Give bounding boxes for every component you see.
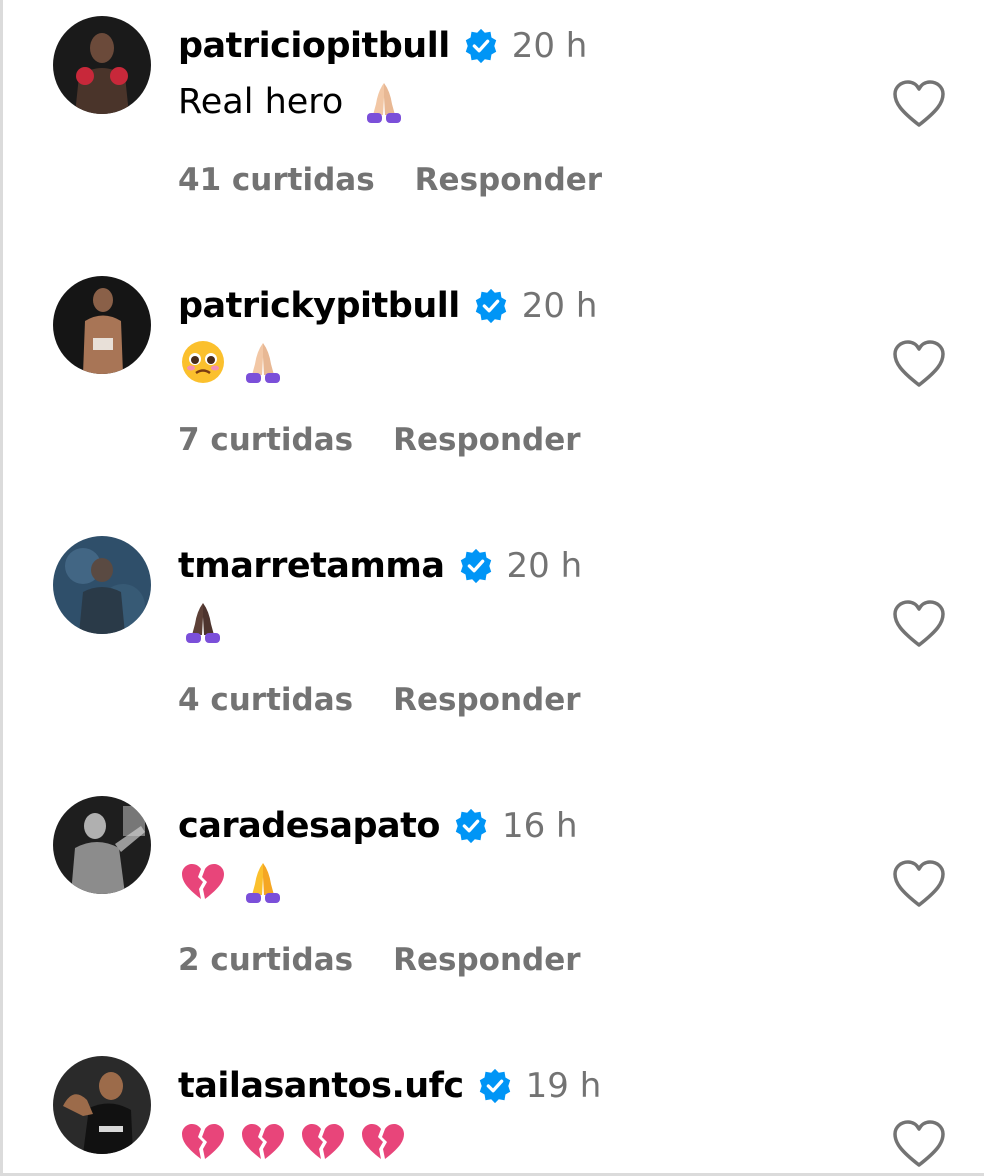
comment-item: tmarretamma 20 h 4 curtidas Responder — [0, 520, 984, 780]
avatar[interactable] — [53, 276, 151, 374]
comment-text — [178, 334, 298, 390]
avatar[interactable] — [53, 16, 151, 114]
comment-text-content: Real hero — [178, 82, 344, 122]
verified-badge-icon — [472, 287, 510, 325]
comment-meta: 7 curtidas Responder — [178, 418, 581, 462]
comment-header: tailasantos.ufc 19 h — [178, 1060, 601, 1112]
username-link[interactable]: tailasantos.ufc — [178, 1066, 464, 1106]
reply-button[interactable]: Responder — [393, 422, 580, 458]
username-link[interactable]: caradesapato — [178, 806, 440, 846]
verified-badge-icon — [452, 807, 490, 845]
comment-header: patrickypitbull 20 h — [178, 280, 597, 332]
comment-meta: 41 curtidas Responder — [178, 158, 602, 202]
comment-item: caradesapato 16 h 2 curtidas Responder — [0, 780, 984, 1040]
username-link[interactable]: patrickypitbull — [178, 286, 460, 326]
avatar[interactable] — [53, 796, 151, 894]
comment-text — [178, 594, 238, 650]
like-heart-icon[interactable] — [891, 79, 947, 129]
comment-item: patrickypitbull 20 h 7 curtidas Responde… — [0, 260, 984, 520]
comment-time: 20 h — [521, 286, 598, 326]
reply-button[interactable]: Responder — [415, 162, 602, 198]
like-heart-icon[interactable] — [891, 599, 947, 649]
reply-button[interactable]: Responder — [393, 682, 580, 718]
likes-count[interactable]: 2 curtidas — [178, 942, 353, 978]
broken-heart-icon — [298, 1117, 348, 1167]
reply-button[interactable]: Responder — [393, 942, 580, 978]
folded-hands-light-icon — [238, 337, 288, 387]
comment-time: 20 h — [511, 26, 588, 66]
comment-meta: 2 curtidas Responder — [178, 938, 581, 982]
comment-meta: 4 curtidas Responder — [178, 678, 581, 722]
folded-hands-dark-icon — [178, 597, 228, 647]
comment-item: tailasantos.ufc 19 h — [0, 1040, 984, 1176]
username-link[interactable]: tmarretamma — [178, 546, 445, 586]
like-heart-icon[interactable] — [891, 339, 947, 389]
comment-time: 19 h — [525, 1066, 602, 1106]
comment-time: 20 h — [506, 546, 583, 586]
verified-badge-icon — [462, 27, 500, 65]
comment-header: caradesapato 16 h — [178, 800, 578, 852]
comment-text — [178, 1114, 418, 1170]
folded-hands-yellow-icon — [238, 857, 288, 907]
broken-heart-icon — [178, 1117, 228, 1167]
like-heart-icon[interactable] — [891, 1119, 947, 1169]
avatar[interactable] — [53, 536, 151, 634]
verified-badge-icon — [476, 1067, 514, 1105]
likes-count[interactable]: 41 curtidas — [178, 162, 375, 198]
likes-count[interactable]: 4 curtidas — [178, 682, 353, 718]
like-heart-icon[interactable] — [891, 859, 947, 909]
verified-badge-icon — [457, 547, 495, 585]
avatar[interactable] — [53, 1056, 151, 1154]
likes-count[interactable]: 7 curtidas — [178, 422, 353, 458]
comment-header: patriciopitbull 20 h — [178, 20, 587, 72]
comment-text: Real hero — [178, 74, 419, 130]
broken-heart-icon — [178, 857, 228, 907]
comment-header: tmarretamma 20 h — [178, 540, 582, 592]
comment-time: 16 h — [501, 806, 578, 846]
broken-heart-icon — [238, 1117, 288, 1167]
comment-item: patriciopitbull 20 h Real hero 41 curtid… — [0, 0, 984, 260]
pleading-face-icon — [178, 337, 228, 387]
comment-text — [178, 854, 298, 910]
broken-heart-icon — [358, 1117, 408, 1167]
folded-hands-light-icon — [359, 77, 409, 127]
username-link[interactable]: patriciopitbull — [178, 26, 450, 66]
